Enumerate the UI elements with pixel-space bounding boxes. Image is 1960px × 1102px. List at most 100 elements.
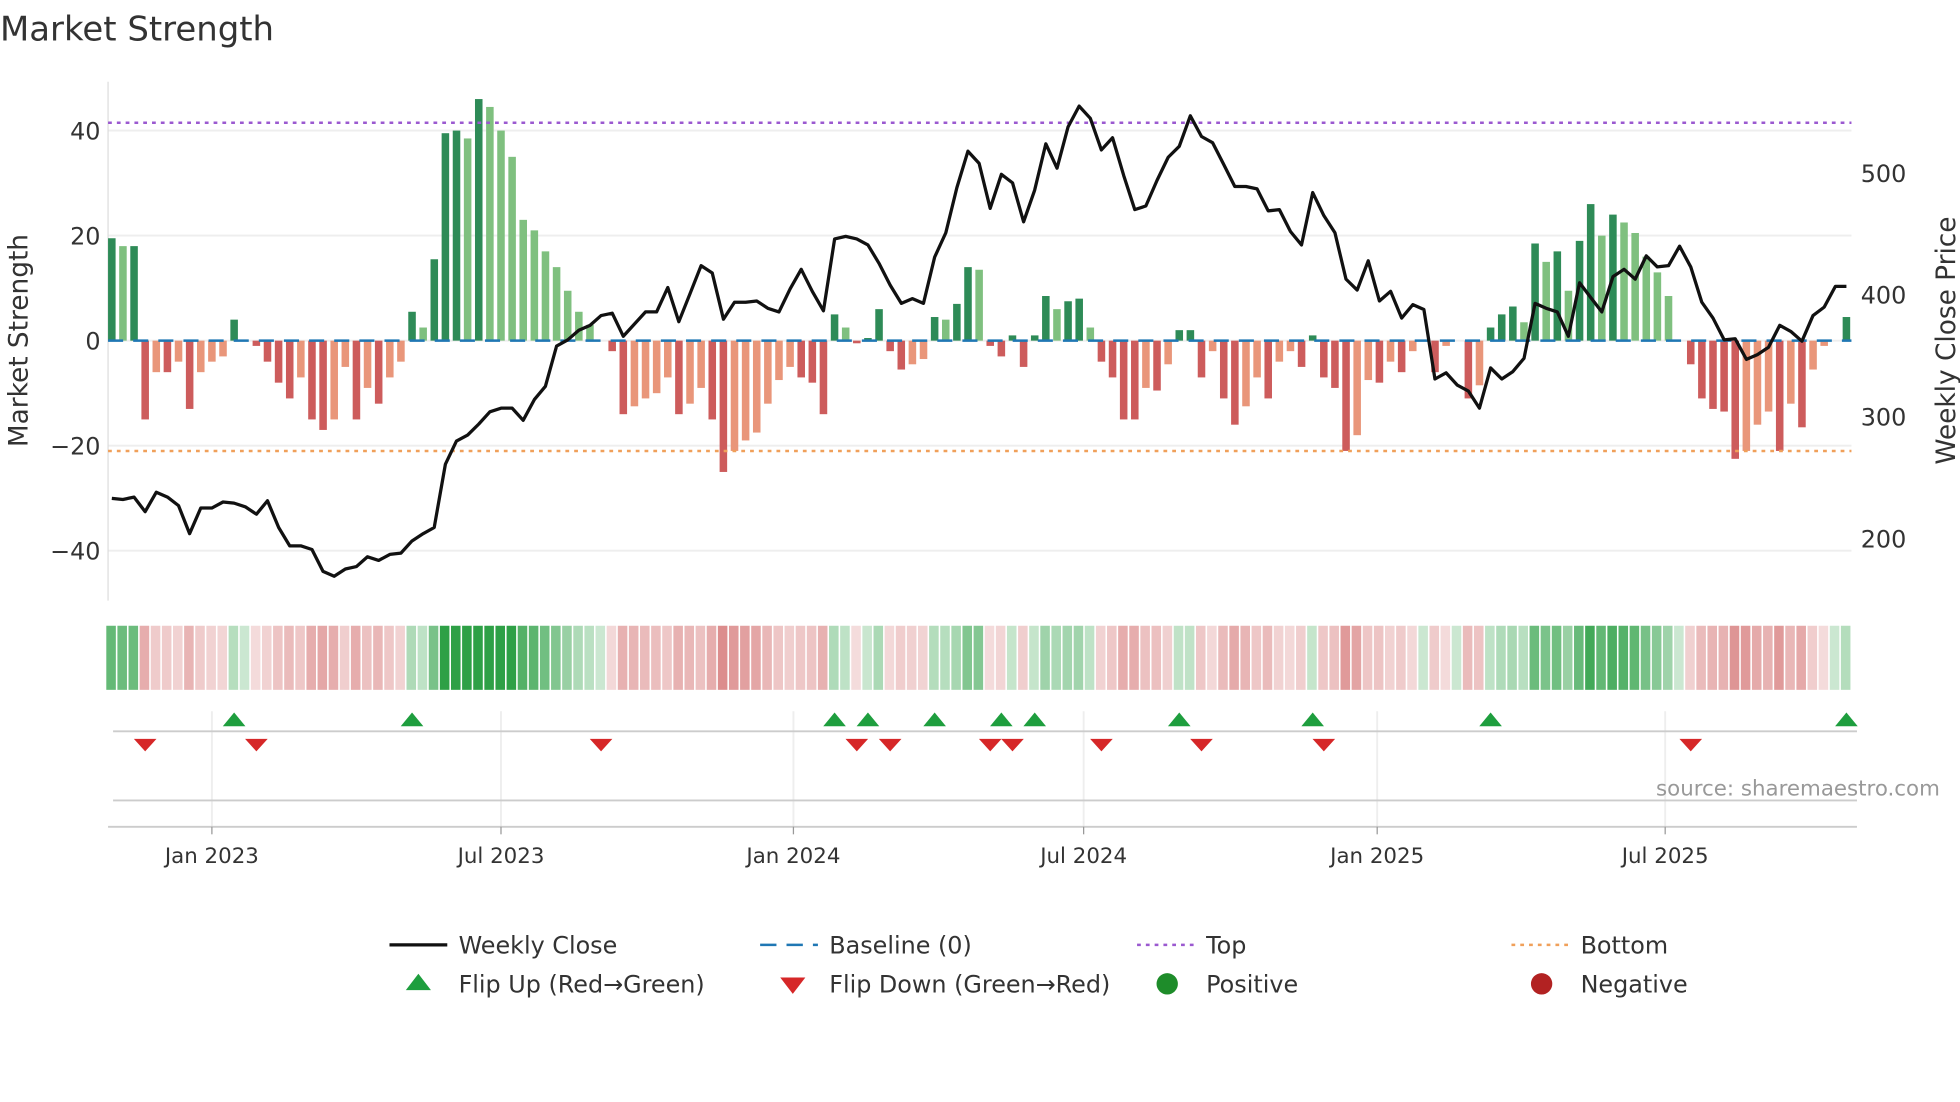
flip-down-marker — [245, 738, 268, 752]
heat-cell — [1107, 625, 1117, 690]
strength-bar — [1153, 340, 1161, 391]
strength-bar — [764, 340, 772, 404]
heat-cell — [473, 625, 483, 690]
heat-cell — [584, 625, 594, 690]
heat-cell — [239, 625, 250, 690]
heat-cell — [929, 625, 939, 690]
strength-bar — [1219, 340, 1228, 399]
strength-bar — [1720, 340, 1728, 412]
flip-down-marker — [845, 738, 869, 752]
flip-up-marker — [923, 712, 946, 727]
heat-cell — [328, 625, 339, 690]
strength-bar — [1242, 340, 1250, 407]
legend-label: Bottom — [1581, 932, 1669, 960]
strength-bar — [1064, 301, 1072, 341]
heat-cell — [1662, 625, 1673, 690]
strength-bar — [1542, 261, 1550, 341]
y2-tick-label: 500 — [1861, 160, 1907, 188]
heat-cell — [1162, 625, 1173, 690]
heat-cell — [106, 625, 116, 690]
x-ticks: Jan 2023 Jul 2023 Jan 2024 Jul 2024 Jan 2025… — [163, 826, 1709, 869]
strength-bar — [419, 327, 427, 341]
flip-up-marker — [1301, 712, 1325, 727]
strength-bar — [775, 340, 783, 381]
heat-cell — [1396, 625, 1406, 690]
heat-cell — [795, 625, 806, 690]
strength-bar — [941, 319, 950, 341]
strength-bar — [1764, 340, 1773, 412]
legend-positive-icon — [1156, 973, 1178, 995]
strength-bar — [719, 340, 728, 472]
heat-cell — [395, 625, 405, 690]
heat-cell — [1518, 625, 1528, 690]
strength-bar — [152, 340, 161, 373]
heat-cell — [762, 625, 772, 690]
heat-cell — [1473, 625, 1484, 690]
strength-bar — [386, 340, 394, 378]
heat-cell — [1118, 625, 1128, 690]
strength-bar — [363, 340, 372, 388]
heat-cell — [528, 625, 539, 690]
heat-cell — [1562, 625, 1573, 690]
heat-cell — [1084, 625, 1095, 690]
heat-cell — [684, 625, 695, 690]
heat-cell — [1751, 625, 1762, 690]
flip-up-marker — [400, 712, 424, 727]
heat-cell — [1129, 625, 1139, 690]
strength-bar — [1086, 327, 1095, 341]
strength-bar — [1809, 340, 1817, 370]
legend-label: Flip Up (Red→Green) — [459, 971, 705, 999]
strength-bar — [408, 311, 416, 341]
strength-bar — [708, 340, 717, 420]
heat-cell — [450, 625, 461, 690]
x-tick-label: Jul 2023 — [456, 844, 545, 869]
strength-bar — [263, 340, 272, 362]
strength-bar — [1342, 340, 1350, 451]
heat-cell — [1640, 625, 1651, 690]
heat-cell — [906, 625, 917, 690]
strength-bar — [1531, 243, 1539, 341]
strength-bar — [563, 290, 572, 341]
heat-cell — [1651, 625, 1662, 690]
heat-cell — [295, 625, 305, 690]
y-tick-label: −40 — [50, 538, 100, 566]
y2-ticks: 500 400 300 200 — [1861, 160, 1907, 553]
heat-cell — [1151, 625, 1162, 690]
strength-bar — [1053, 309, 1061, 341]
heat-cell — [995, 625, 1006, 690]
heat-cell — [728, 625, 739, 690]
flip-down-marker — [589, 738, 613, 752]
strength-bar — [1798, 340, 1806, 428]
strength-bar — [1197, 340, 1206, 378]
strength-bar — [1664, 296, 1673, 341]
heat-cell — [1629, 625, 1640, 690]
strength-bar — [108, 238, 116, 341]
heat-cell — [628, 625, 639, 690]
strength-bar — [619, 340, 628, 415]
strength-bar — [1598, 235, 1606, 341]
heat-cell — [1273, 625, 1284, 690]
legend-label: Negative — [1581, 971, 1688, 999]
strength-bar — [1108, 340, 1117, 378]
flip-up-marker — [1479, 712, 1502, 727]
heat-cell — [562, 625, 572, 690]
heat-cell — [217, 625, 228, 690]
heat-cell — [495, 625, 506, 690]
heat-cell — [1674, 625, 1684, 690]
strength-bar — [1731, 340, 1739, 459]
strength-bar — [508, 156, 516, 341]
heat-cell — [1507, 625, 1517, 690]
strength-bar — [1119, 340, 1128, 420]
heat-cell — [1329, 625, 1339, 690]
flip-up-marker — [1167, 712, 1191, 727]
heat-cell — [751, 625, 761, 690]
x-tick-label: Jul 2025 — [1620, 844, 1709, 869]
heat-cell — [884, 625, 895, 690]
heat-cell — [706, 625, 717, 690]
heat-cell — [517, 625, 528, 690]
y-ticks: 40 20 0 −20 −40 — [50, 117, 100, 565]
regime-heat-strip — [106, 625, 1851, 690]
strength-bar — [1475, 340, 1484, 386]
strength-bar — [441, 133, 450, 341]
heat-cell — [484, 625, 494, 690]
